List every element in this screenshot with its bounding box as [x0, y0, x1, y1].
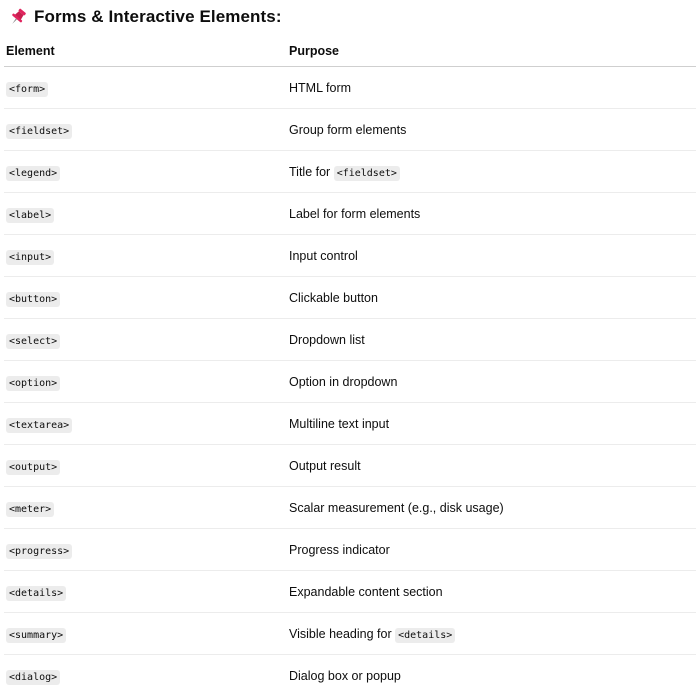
- table-row: <meter> Scalar measurement (e.g., disk us…: [4, 487, 696, 529]
- element-cell: <label>: [4, 207, 289, 223]
- element-tag-code: <fieldset>: [6, 123, 73, 139]
- purpose-cell: Multiline text input: [289, 417, 696, 431]
- element-tag-code: <output>: [6, 459, 61, 475]
- element-tag-code: <textarea>: [6, 417, 73, 433]
- purpose-text: Multiline text input: [289, 416, 390, 431]
- column-header-purpose: Purpose: [289, 44, 340, 58]
- element-cell: <dialog>: [4, 669, 289, 685]
- element-cell: <select>: [4, 333, 289, 349]
- table-row: <select> Dropdown list: [4, 319, 696, 361]
- purpose-text: Progress indicator: [289, 542, 390, 557]
- column-header-element: Element: [6, 44, 55, 58]
- purpose-cell: HTML form: [289, 81, 696, 95]
- purpose-text: Title for: [289, 164, 334, 179]
- table-row: <progress> Progress indicator: [4, 529, 696, 571]
- element-tag-code: <summary>: [6, 627, 67, 643]
- purpose-inline-code: <details>: [395, 627, 456, 643]
- purpose-cell: Visible heading for <details>: [289, 626, 696, 643]
- purpose-cell: Title for <fieldset>: [289, 164, 696, 181]
- purpose-cell: Dropdown list: [289, 333, 696, 347]
- purpose-cell: Dialog box or popup: [289, 669, 696, 683]
- element-cell: <output>: [4, 459, 289, 475]
- purpose-text: Input control: [289, 248, 358, 263]
- table-row: <legend> Title for <fieldset>: [4, 151, 696, 193]
- element-tag-code: <meter>: [6, 501, 55, 517]
- element-cell: <legend>: [4, 165, 289, 181]
- element-tag-code: <progress>: [6, 543, 73, 559]
- purpose-cell: Group form elements: [289, 123, 696, 137]
- element-tag-code: <form>: [6, 81, 49, 97]
- purpose-text: Group form elements: [289, 122, 407, 137]
- purpose-text: HTML form: [289, 80, 352, 95]
- purpose-cell: Progress indicator: [289, 543, 696, 557]
- purpose-text: Dialog box or popup: [289, 669, 401, 683]
- elements-table: Element Purpose <form> HTML form <fieldset…: [4, 36, 696, 697]
- purpose-cell: Clickable button: [289, 291, 696, 305]
- purpose-cell: Output result: [289, 459, 696, 473]
- table-row: <input> Input control: [4, 235, 696, 277]
- element-tag-code: <label>: [6, 207, 55, 223]
- element-cell: <meter>: [4, 501, 289, 517]
- purpose-text: Scalar measurement (e.g., disk usage): [289, 500, 504, 515]
- element-tag-code: <button>: [6, 291, 61, 307]
- element-tag-code: <dialog>: [6, 670, 61, 685]
- table-row: <dialog> Dialog box or popup: [4, 655, 696, 697]
- purpose-text: Label for form elements: [289, 206, 421, 221]
- element-tag-code: <option>: [6, 375, 61, 391]
- table-row: <button> Clickable button: [4, 277, 696, 319]
- table-row: <output> Output result: [4, 445, 696, 487]
- purpose-cell: Label for form elements: [289, 207, 696, 221]
- element-cell: <details>: [4, 585, 289, 601]
- purpose-text: Output result: [289, 458, 361, 473]
- pushpin-icon: [8, 7, 28, 27]
- table-row: <label> Label for form elements: [4, 193, 696, 235]
- table-body: <form> HTML form <fieldset> Group form elem…: [4, 67, 696, 697]
- page-title: Forms & Interactive Elements:: [34, 7, 282, 26]
- element-cell: <input>: [4, 249, 289, 265]
- purpose-cell: Option in dropdown: [289, 375, 696, 389]
- table-header: Element Purpose: [4, 36, 696, 67]
- table-row: <fieldset> Group form elements: [4, 109, 696, 151]
- element-cell: <fieldset>: [4, 123, 289, 139]
- section-heading: Forms & Interactive Elements:: [8, 4, 282, 30]
- table-row: <form> HTML form: [4, 67, 696, 109]
- table-row: <textarea> Multiline text input: [4, 403, 696, 445]
- purpose-cell: Scalar measurement (e.g., disk usage): [289, 501, 696, 515]
- element-cell: <summary>: [4, 627, 289, 643]
- purpose-text: Visible heading for: [289, 626, 396, 641]
- purpose-inline-code: <fieldset>: [333, 165, 400, 181]
- purpose-text: Option in dropdown: [289, 374, 398, 389]
- element-tag-code: <select>: [6, 333, 61, 349]
- element-tag-code: <input>: [6, 249, 55, 265]
- table-row: <details> Expandable content section: [4, 571, 696, 613]
- element-cell: <progress>: [4, 543, 289, 559]
- element-cell: <option>: [4, 375, 289, 391]
- element-cell: <button>: [4, 291, 289, 307]
- purpose-text: Expandable content section: [289, 584, 443, 599]
- table-row: <summary> Visible heading for <details>: [4, 613, 696, 655]
- purpose-text: Clickable button: [289, 290, 378, 305]
- purpose-text: Dropdown list: [289, 332, 365, 347]
- table-row: <option> Option in dropdown: [4, 361, 696, 403]
- purpose-cell: Input control: [289, 249, 696, 263]
- element-tag-code: <legend>: [6, 165, 61, 181]
- element-tag-code: <details>: [6, 585, 67, 601]
- element-cell: <form>: [4, 81, 289, 97]
- element-cell: <textarea>: [4, 417, 289, 433]
- purpose-cell: Expandable content section: [289, 585, 696, 599]
